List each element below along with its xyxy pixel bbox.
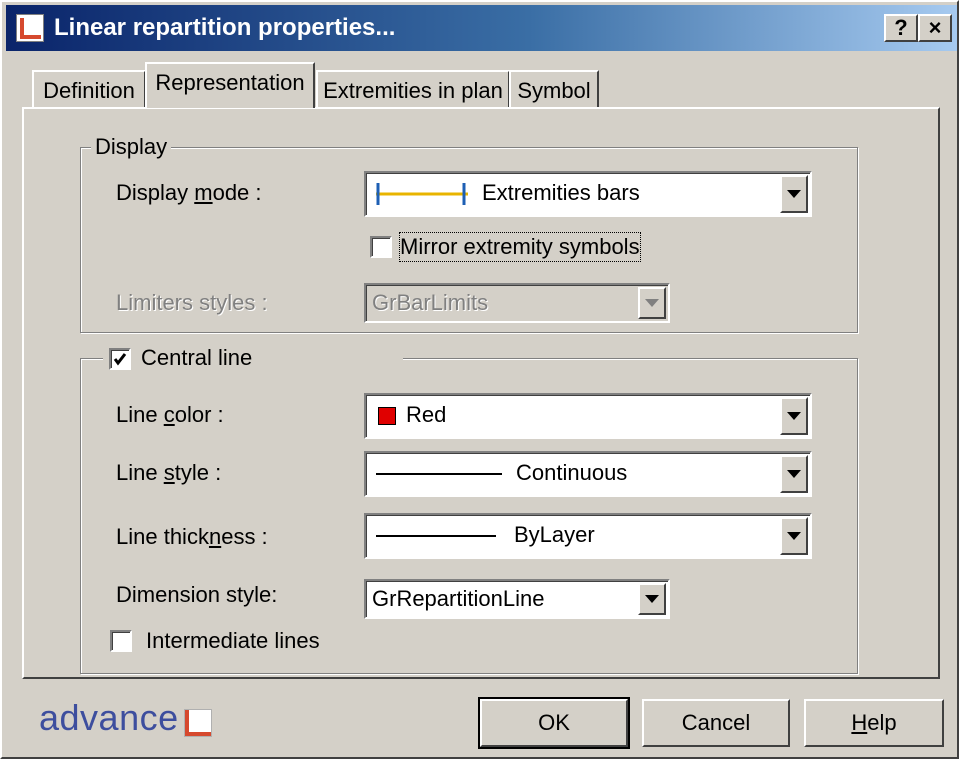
- limiters-styles-combo: GrBarLimits: [364, 283, 670, 323]
- display-mode-combo[interactable]: Extremities bars: [364, 171, 812, 217]
- display-mode-value: Extremities bars: [482, 180, 640, 205]
- line-style-dropdown-button[interactable]: [780, 455, 808, 493]
- line-thickness-label: Line thickness :: [116, 524, 268, 549]
- checkmark-icon: [113, 353, 127, 366]
- dimension-style-combo[interactable]: GrRepartitionLine: [364, 579, 670, 619]
- central-line-checkbox[interactable]: [109, 348, 131, 370]
- ok-button[interactable]: OK: [478, 697, 630, 749]
- extremities-bars-icon: [376, 183, 468, 205]
- central-line-legend: Central line: [103, 344, 403, 374]
- color-swatch: [378, 407, 396, 425]
- help-button[interactable]: Help: [804, 699, 944, 747]
- mirror-extremity-checkbox[interactable]: [370, 236, 392, 258]
- title-bar[interactable]: Linear repartition properties... ? ×: [6, 5, 957, 51]
- tab-symbol[interactable]: Symbol: [509, 70, 599, 110]
- central-line-label[interactable]: Central line: [141, 344, 252, 372]
- dimension-style-value: GrRepartitionLine: [372, 586, 545, 611]
- cancel-button[interactable]: Cancel: [642, 699, 790, 747]
- context-help-button[interactable]: ?: [884, 14, 918, 42]
- line-thickness-preview: [376, 535, 496, 537]
- intermediate-lines-label[interactable]: Intermediate lines: [146, 627, 320, 655]
- line-thickness-value: ByLayer: [514, 522, 595, 547]
- display-mode-label: Display mode :: [116, 180, 262, 205]
- dimension-style-label: Dimension style:: [116, 582, 278, 607]
- chevron-down-icon: [787, 412, 801, 420]
- line-thickness-combo[interactable]: ByLayer: [364, 513, 812, 559]
- line-style-combo[interactable]: Continuous: [364, 451, 812, 497]
- line-style-label: Line style :: [116, 460, 222, 485]
- display-mode-dropdown-button[interactable]: [780, 175, 808, 213]
- tab-extremities-in-plan[interactable]: Extremities in plan: [316, 70, 510, 110]
- mirror-extremity-label[interactable]: Mirror extremity symbols: [399, 232, 641, 262]
- advance-brand-text: advance: [39, 697, 179, 738]
- limiters-styles-dropdown-button: [638, 287, 666, 319]
- chevron-down-icon: [787, 470, 801, 478]
- line-color-dropdown-button[interactable]: [780, 397, 808, 435]
- intermediate-lines-checkbox[interactable]: [110, 630, 132, 652]
- display-group-legend: Display: [91, 134, 172, 160]
- tab-representation[interactable]: Representation: [145, 62, 315, 108]
- advance-logo-icon: [184, 709, 212, 737]
- line-thickness-dropdown-button[interactable]: [780, 517, 808, 555]
- tab-definition[interactable]: Definition: [32, 70, 146, 110]
- close-button[interactable]: ×: [918, 14, 952, 42]
- limiters-styles-value: GrBarLimits: [372, 290, 489, 315]
- dialog-window: Linear repartition properties... ? × Def…: [0, 0, 959, 759]
- line-color-value: Red: [406, 402, 447, 427]
- line-color-combo[interactable]: Red: [364, 393, 812, 439]
- chevron-down-icon: [787, 532, 801, 540]
- line-style-preview: [376, 473, 502, 475]
- chevron-down-icon: [645, 299, 659, 307]
- window-title: Linear repartition properties...: [54, 14, 396, 41]
- line-color-label: Line color :: [116, 402, 224, 427]
- app-icon: [16, 14, 44, 42]
- dimension-style-dropdown-button[interactable]: [638, 583, 666, 615]
- chevron-down-icon: [645, 595, 659, 603]
- limiters-styles-label: Limiters styles :: [116, 290, 268, 315]
- line-style-value: Continuous: [516, 460, 628, 485]
- representation-panel: Display Display mode : Extremities bars …: [22, 107, 940, 679]
- chevron-down-icon: [787, 190, 801, 198]
